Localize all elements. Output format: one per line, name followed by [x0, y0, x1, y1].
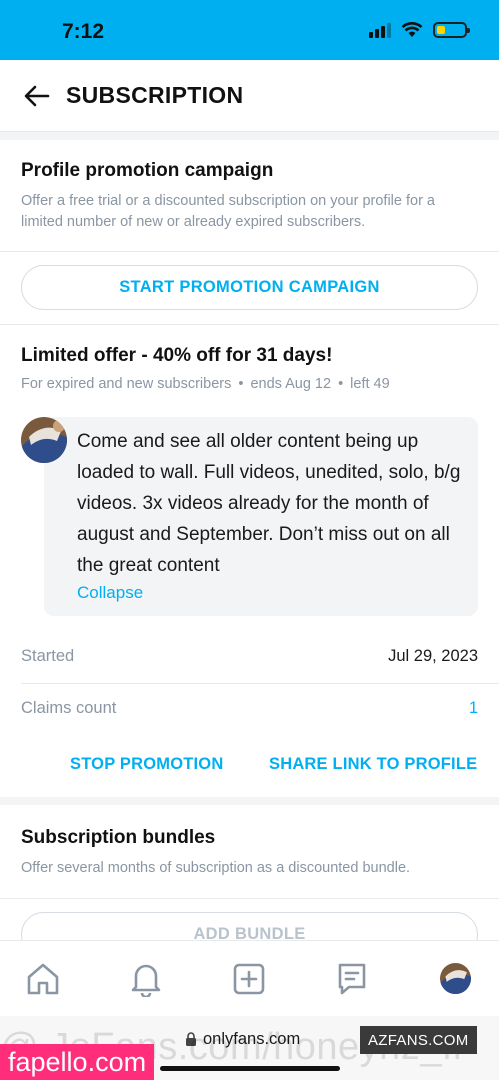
- add-post-icon: [233, 963, 265, 995]
- started-label: Started: [21, 647, 75, 665]
- nav-notifications[interactable]: [126, 959, 166, 999]
- divider: [0, 324, 499, 325]
- back-button[interactable]: [14, 73, 60, 119]
- avatar[interactable]: [21, 417, 67, 463]
- started-value: Jul 29, 2023: [388, 647, 478, 665]
- nav-add-post[interactable]: [229, 959, 269, 999]
- nav-home[interactable]: [23, 959, 63, 999]
- start-promotion-button[interactable]: START PROMOTION CAMPAIGN: [21, 265, 478, 310]
- status-icons: [369, 22, 470, 38]
- nav-messages[interactable]: [332, 959, 372, 999]
- messages-icon: [338, 963, 366, 995]
- promotion-title: Profile promotion campaign: [21, 160, 274, 181]
- claims-count-label: Claims count: [21, 699, 117, 717]
- offer-title: Limited offer - 40% off for 31 days!: [21, 345, 333, 366]
- section-gap: [0, 797, 499, 805]
- divider: [0, 898, 499, 899]
- watermark-fapello: fapello.com: [0, 1044, 155, 1080]
- claims-count-value[interactable]: 1: [469, 699, 478, 718]
- bundles-title: Subscription bundles: [21, 827, 216, 848]
- status-bar: 7:12: [0, 0, 499, 60]
- divider: [0, 251, 499, 252]
- bottom-nav: [0, 940, 499, 1016]
- offer-left: left 49: [350, 376, 390, 392]
- divider: [21, 683, 499, 684]
- offer-meta: For expired and new subscribers • ends A…: [21, 376, 390, 392]
- battery-icon: [433, 22, 470, 38]
- bell-icon: [131, 964, 161, 997]
- collapse-link[interactable]: Collapse: [77, 583, 143, 603]
- offer-message: Come and see all older content being up …: [77, 431, 461, 576]
- bundles-description: Offer several months of subscription as …: [21, 860, 411, 876]
- stop-promotion-button[interactable]: STOP PROMOTION: [70, 755, 223, 774]
- status-time: 7:12: [62, 20, 105, 43]
- arrow-left-icon: [24, 85, 50, 106]
- watermark-azfans: AZFANS.COM: [360, 1026, 477, 1054]
- section-gap: [0, 132, 499, 140]
- nav-profile-avatar[interactable]: [440, 963, 471, 994]
- wifi-icon: [401, 22, 423, 37]
- page-title: SUBSCRIPTION: [66, 82, 244, 108]
- offer-message-bubble: Come and see all older content being up …: [44, 417, 478, 616]
- avatar-image: [440, 963, 471, 994]
- offer-ends: ends Aug 12: [250, 376, 332, 392]
- offer-audience: For expired and new subscribers: [21, 376, 232, 392]
- promotion-description: Offer a free trial or a discounted subsc…: [21, 193, 436, 230]
- home-icon: [27, 963, 59, 995]
- share-link-button[interactable]: SHARE LINK TO PROFILE: [269, 755, 477, 774]
- avatar-image: [21, 417, 67, 463]
- cellular-signal-icon: [369, 22, 391, 38]
- page-header: SUBSCRIPTION: [0, 60, 499, 132]
